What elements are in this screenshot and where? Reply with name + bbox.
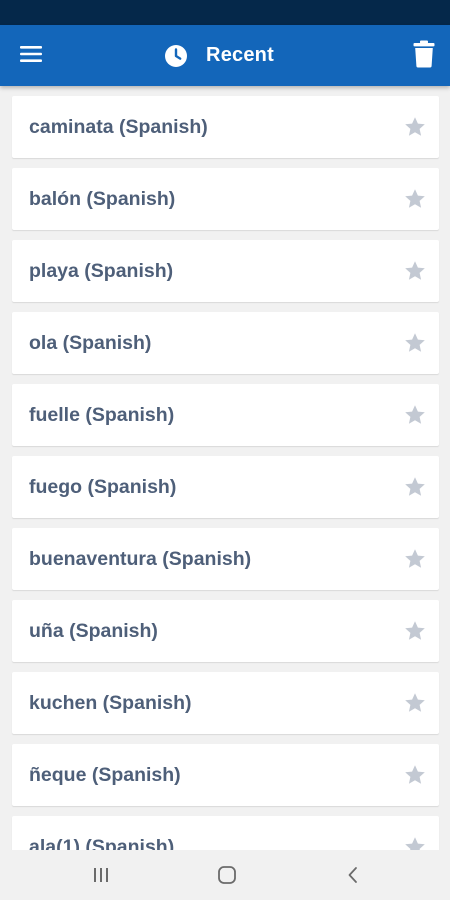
- star-icon[interactable]: [403, 835, 427, 850]
- star-icon[interactable]: [403, 403, 427, 427]
- list-item[interactable]: playa (Spanish): [12, 240, 439, 302]
- star-icon[interactable]: [403, 475, 427, 499]
- word-label: ola (Spanish): [29, 332, 152, 354]
- page-title: Recent: [206, 44, 274, 66]
- word-label: uña (Spanish): [29, 620, 158, 642]
- app-bar: Recent: [0, 25, 450, 86]
- star-icon[interactable]: [403, 259, 427, 283]
- word-label: kuchen (Spanish): [29, 692, 192, 714]
- star-icon[interactable]: [403, 763, 427, 787]
- recent-apps-button[interactable]: [88, 862, 114, 888]
- star-icon[interactable]: [403, 187, 427, 211]
- word-label: fuego (Spanish): [29, 476, 177, 498]
- clear-history-button[interactable]: [410, 37, 438, 71]
- list-item[interactable]: buenaventura (Spanish): [12, 528, 439, 590]
- word-label: ala(1) (Spanish): [29, 836, 175, 850]
- clock-icon: [164, 44, 188, 68]
- word-label: playa (Spanish): [29, 260, 174, 282]
- list-item[interactable]: fuelle (Spanish): [12, 384, 439, 446]
- recent-apps-icon: [94, 868, 108, 882]
- list-item[interactable]: ñeque (Spanish): [12, 744, 439, 806]
- home-button[interactable]: [214, 862, 240, 888]
- star-icon[interactable]: [403, 547, 427, 571]
- title-group: Recent: [0, 25, 450, 86]
- star-icon[interactable]: [403, 115, 427, 139]
- list-item[interactable]: fuego (Spanish): [12, 456, 439, 518]
- word-label: buenaventura (Spanish): [29, 548, 252, 570]
- list-item[interactable]: kuchen (Spanish): [12, 672, 439, 734]
- menu-button[interactable]: [14, 39, 48, 69]
- recent-list: caminata (Spanish) balón (Spanish) playa…: [0, 86, 450, 850]
- list-item[interactable]: caminata (Spanish): [12, 96, 439, 158]
- word-label: fuelle (Spanish): [29, 404, 175, 426]
- hamburger-menu-icon: [20, 46, 42, 62]
- star-icon[interactable]: [403, 331, 427, 355]
- status-bar: [0, 0, 450, 25]
- list-item[interactable]: ola (Spanish): [12, 312, 439, 374]
- word-label: balón (Spanish): [29, 188, 176, 210]
- list-item[interactable]: balón (Spanish): [12, 168, 439, 230]
- list-item[interactable]: uña (Spanish): [12, 600, 439, 662]
- back-button[interactable]: [340, 862, 366, 888]
- back-icon: [348, 867, 357, 883]
- home-icon: [218, 866, 236, 884]
- system-nav-bar: [0, 850, 450, 900]
- star-icon[interactable]: [403, 691, 427, 715]
- list-item[interactable]: ala(1) (Spanish): [12, 816, 439, 850]
- star-icon[interactable]: [403, 619, 427, 643]
- word-label: ñeque (Spanish): [29, 764, 181, 786]
- trash-icon: [413, 40, 435, 68]
- word-label: caminata (Spanish): [29, 116, 208, 138]
